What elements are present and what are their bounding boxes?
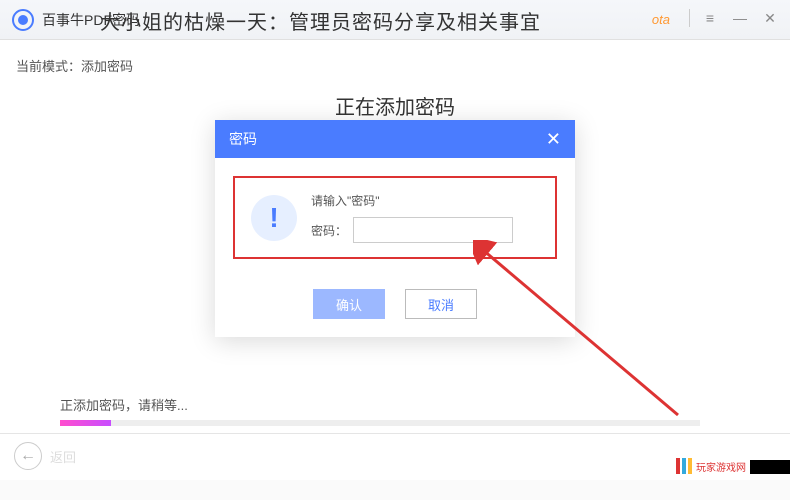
input-area: 请输入"密码" 密码：: [311, 192, 539, 243]
watermark: 玩家游戏网: [676, 458, 746, 474]
app-logo: [12, 9, 34, 31]
watermark-bar: [682, 458, 686, 474]
password-dialog: 密码 ✕ ! 请输入"密码" 密码： 确认 取消: [215, 120, 575, 337]
minimize-icon[interactable]: —: [730, 8, 750, 28]
back-label: 返回: [50, 447, 76, 466]
confirm-button[interactable]: 确认: [313, 289, 385, 319]
mode-label: 当前模式：添加密码: [16, 56, 774, 75]
watermark-text: 玩家游戏网: [696, 459, 746, 474]
dialog-close-icon[interactable]: ✕: [546, 129, 561, 150]
dialog-body: ! 请输入"密码" 密码：: [215, 158, 575, 277]
back-button[interactable]: ←: [14, 442, 42, 470]
menu-icon[interactable]: ≡: [700, 8, 720, 28]
password-input[interactable]: [353, 217, 513, 243]
progress-fill: [60, 420, 111, 426]
progress-label: 正添加密码，请稍等...: [60, 395, 700, 414]
watermark-bar: [688, 458, 692, 474]
content-area: 当前模式：添加密码 正在添加密码 密码 ✕ ! 请输入"密码" 密码： 确认 取…: [0, 40, 790, 480]
progress-area: 正添加密码，请稍等...: [60, 395, 700, 426]
watermark-block: [750, 460, 790, 474]
watermark-bar: [676, 458, 680, 474]
close-icon[interactable]: ✕: [760, 8, 780, 28]
password-label: 密码：: [311, 222, 347, 239]
info-icon: !: [251, 195, 297, 241]
prompt-text: 请输入"密码": [311, 192, 539, 209]
highlighted-input-area: ! 请输入"密码" 密码：: [233, 176, 557, 259]
separator: [689, 9, 690, 27]
dialog-title: 密码: [229, 129, 257, 149]
main-title: 正在添加密码: [16, 91, 774, 120]
cancel-button[interactable]: 取消: [405, 289, 477, 319]
titlebar: 百事牛PDF密码 大小姐的枯燥一天：管理员密码分享及相关事宜 ota ≡ — ✕: [0, 0, 790, 40]
dialog-header: 密码 ✕: [215, 120, 575, 158]
overlay-heading: 大小姐的枯燥一天：管理员密码分享及相关事宜: [100, 6, 541, 35]
footer: ← 返回: [14, 442, 76, 470]
separator: [0, 433, 790, 434]
input-row: 密码：: [311, 217, 539, 243]
dialog-buttons: 确认 取消: [215, 277, 575, 337]
progress-bar: [60, 420, 700, 426]
beta-badge: ota: [652, 12, 670, 27]
window-controls: ≡ — ✕: [689, 8, 780, 28]
